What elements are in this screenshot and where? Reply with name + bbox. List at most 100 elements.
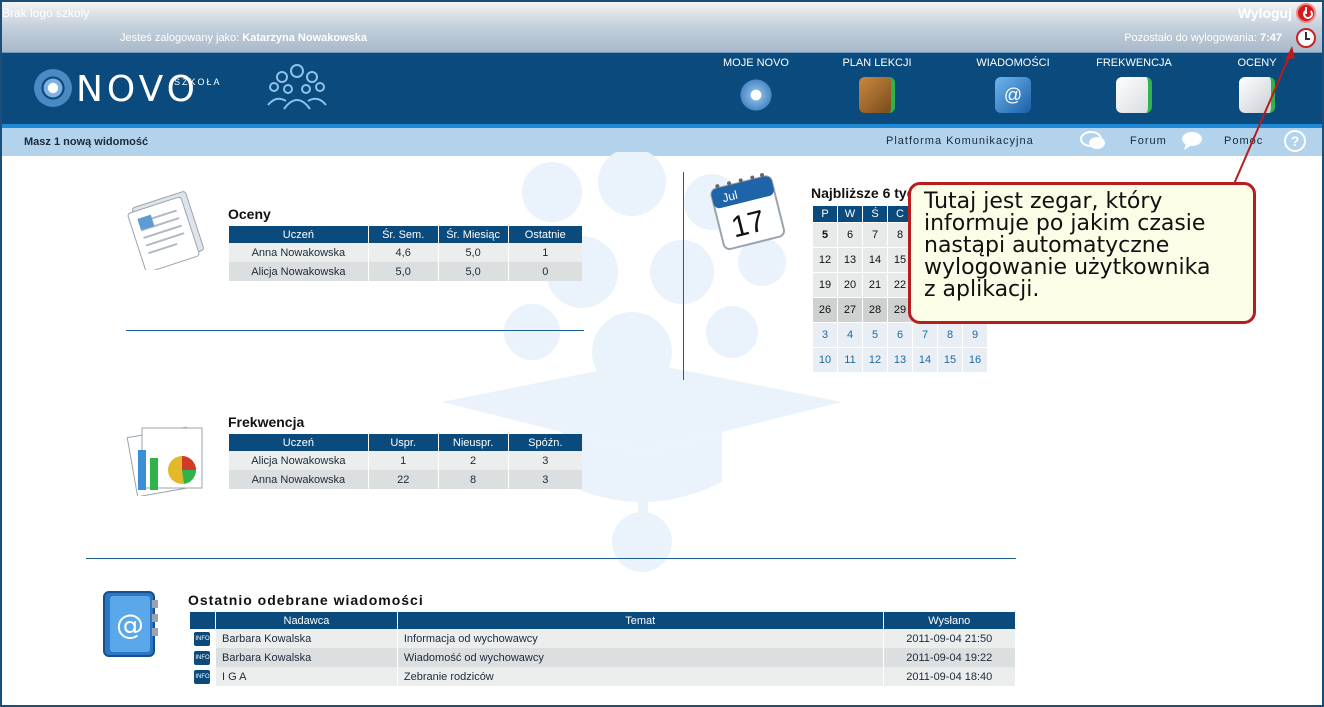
calendar-day[interactable]: 4: [837, 322, 863, 348]
logout-link[interactable]: Wyloguj: [1238, 5, 1292, 21]
message-row[interactable]: INFO Barbara Kowalska Informacja od wych…: [189, 629, 1015, 648]
grades-table: Uczeń Śr. Sem. Śr. Miesiąc Ostatnie Anna…: [228, 226, 582, 281]
message-date: 2011-09-04 21:50: [882, 629, 1015, 648]
messages-table: Nadawca Temat Wysłano INFO Barbara Kowal…: [189, 612, 1015, 686]
calendar-day[interactable]: 15: [937, 347, 963, 373]
info-icon[interactable]: INFO: [194, 650, 211, 665]
message-subject[interactable]: Zebranie rodziców: [396, 667, 884, 686]
help-icon[interactable]: ?: [1284, 130, 1306, 152]
column-header[interactable]: Uczeń: [228, 434, 369, 451]
calendar-day[interactable]: 12: [862, 347, 888, 373]
calendar-day[interactable]: 19: [812, 272, 838, 298]
column-header[interactable]: Śr. Sem.: [367, 226, 439, 243]
calendar-day[interactable]: 8: [937, 322, 963, 348]
app-window: Brak logo szkoly Wyloguj Jesteś zalogowa…: [0, 0, 1324, 707]
info-icon[interactable]: INFO: [194, 669, 211, 684]
message-sender[interactable]: Barbara Kowalska: [214, 629, 398, 648]
table-row[interactable]: Anna Nowakowska 22 8 3: [228, 470, 582, 489]
table-header-row: Nadawca Temat Wysłano: [189, 612, 1015, 629]
column-header[interactable]: Nadawca: [214, 612, 398, 629]
calendar-day[interactable]: 14: [912, 347, 938, 373]
calendar-day[interactable]: 3: [812, 322, 838, 348]
table-row[interactable]: Anna Nowakowska 4,6 5,0 1: [228, 243, 582, 262]
chat-bubble-icon[interactable]: [1080, 130, 1106, 152]
nav-frekwencja[interactable]: FREKWENCJA: [1089, 57, 1179, 123]
calendar-day[interactable]: 5: [862, 322, 888, 348]
calendar-day[interactable]: 20: [837, 272, 863, 298]
column-header[interactable]: Uspr.: [367, 434, 439, 451]
calendar-day[interactable]: 10: [812, 347, 838, 373]
platform-link[interactable]: Platforma Komunikacyjna: [886, 135, 1034, 147]
alarm-clock-icon: [1296, 28, 1316, 48]
column-header[interactable]: Spóźn.: [507, 434, 582, 451]
weekday-header: Ś: [862, 205, 888, 223]
table-cell: 4,6: [367, 243, 439, 262]
section-divider: [126, 330, 584, 331]
table-row[interactable]: Alicja Nowakowska 1 2 3: [228, 451, 582, 470]
calendar-day[interactable]: 13: [887, 347, 913, 373]
school-logo-placeholder: Brak logo szkoly: [2, 6, 90, 20]
calendar-day[interactable]: 12: [812, 247, 838, 273]
attendance-chart-icon: [1116, 77, 1152, 113]
calendar-day[interactable]: 14: [862, 247, 888, 273]
attendance-chart-icon: [126, 426, 203, 496]
lesson-plan-icon: [859, 77, 895, 113]
column-header[interactable]: Ostatnie: [507, 226, 582, 243]
student-name[interactable]: Anna Nowakowska: [228, 243, 369, 262]
info-icon-cell: INFO: [189, 667, 216, 686]
grades-documents-icon: [127, 191, 204, 270]
calendar-day[interactable]: 13: [837, 247, 863, 273]
calendar-day[interactable]: 21: [862, 272, 888, 298]
table-cell: 1: [507, 243, 582, 262]
nav-plan-lekcji[interactable]: PLAN LEKCJI: [832, 57, 922, 123]
novo-logo[interactable]: NOVO SZKOŁA: [34, 67, 220, 113]
table-cell: 3: [507, 470, 582, 489]
nav-moje-novo[interactable]: MOJE NOVO: [711, 57, 801, 123]
forum-bubble-icon[interactable]: [1180, 130, 1206, 152]
calendar-day[interactable]: 7: [862, 222, 888, 248]
calendar-day[interactable]: 5: [812, 222, 838, 248]
calendar-day[interactable]: 6: [887, 322, 913, 348]
timer-prefix: Pozostało do wylogowania:: [1124, 32, 1257, 44]
table-header-row: Uczeń Śr. Sem. Śr. Miesiąc Ostatnie: [228, 226, 582, 243]
student-name[interactable]: Anna Nowakowska: [228, 470, 369, 489]
timer-value: 7:47: [1259, 32, 1282, 44]
table-cell: 22: [367, 470, 439, 489]
column-header[interactable]: Temat: [396, 612, 884, 629]
student-name[interactable]: Alicja Nowakowska: [228, 262, 369, 281]
calendar-day[interactable]: 27: [837, 297, 863, 323]
table-row[interactable]: Alicja Nowakowska 5,0 5,0 0: [228, 262, 582, 281]
calendar-day[interactable]: 6: [837, 222, 863, 248]
calendar-day[interactable]: 28: [862, 297, 888, 323]
power-icon[interactable]: [1296, 3, 1316, 23]
logo-name: NOVO: [76, 69, 199, 110]
student-name[interactable]: Alicja Nowakowska: [228, 451, 369, 470]
message-sender[interactable]: Barbara Kowalska: [214, 648, 398, 667]
info-icon-cell: INFO: [189, 629, 216, 648]
callout-line: wylogowanie użytkownika: [924, 255, 1211, 280]
calendar-day[interactable]: 16: [962, 347, 988, 373]
calendar-day[interactable]: 26: [812, 297, 838, 323]
new-message-notice[interactable]: Masz 1 nową widomość: [24, 136, 148, 148]
message-row[interactable]: INFO I G A Zebranie rodziców 2011-09-04 …: [189, 667, 1015, 686]
message-subject[interactable]: Wiadomość od wychowawcy: [396, 648, 884, 667]
column-header[interactable]: Wysłano: [882, 612, 1015, 629]
forum-link[interactable]: Forum: [1130, 135, 1167, 147]
column-header[interactable]: Uczeń: [228, 226, 369, 243]
calendar-day[interactable]: 7: [912, 322, 938, 348]
main-header: NOVO SZKOŁA MOJE NOVO PLAN LEKCJI WIADOM…: [2, 52, 1322, 128]
nav-wiadomosci[interactable]: WIADOMOŚCI @: [968, 57, 1058, 123]
message-row[interactable]: INFO Barbara Kowalska Wiadomość od wycho…: [189, 648, 1015, 667]
message-sender[interactable]: I G A: [214, 667, 398, 686]
info-icon[interactable]: INFO: [194, 631, 211, 646]
user-prefix: Jesteś zalogowany jako:: [120, 32, 240, 44]
table-cell: 8: [437, 470, 509, 489]
calendar-day[interactable]: 11: [837, 347, 863, 373]
nav-oceny[interactable]: OCENY: [1212, 57, 1302, 123]
help-link[interactable]: Pomoc: [1224, 135, 1263, 147]
column-header[interactable]: Śr. Miesiąc: [437, 226, 509, 243]
calendar-day[interactable]: 9: [962, 322, 988, 348]
column-header[interactable]: Nieuspr.: [437, 434, 509, 451]
message-subject[interactable]: Informacja od wychowawcy: [396, 629, 884, 648]
attendance-title: Frekwencja: [228, 414, 305, 430]
